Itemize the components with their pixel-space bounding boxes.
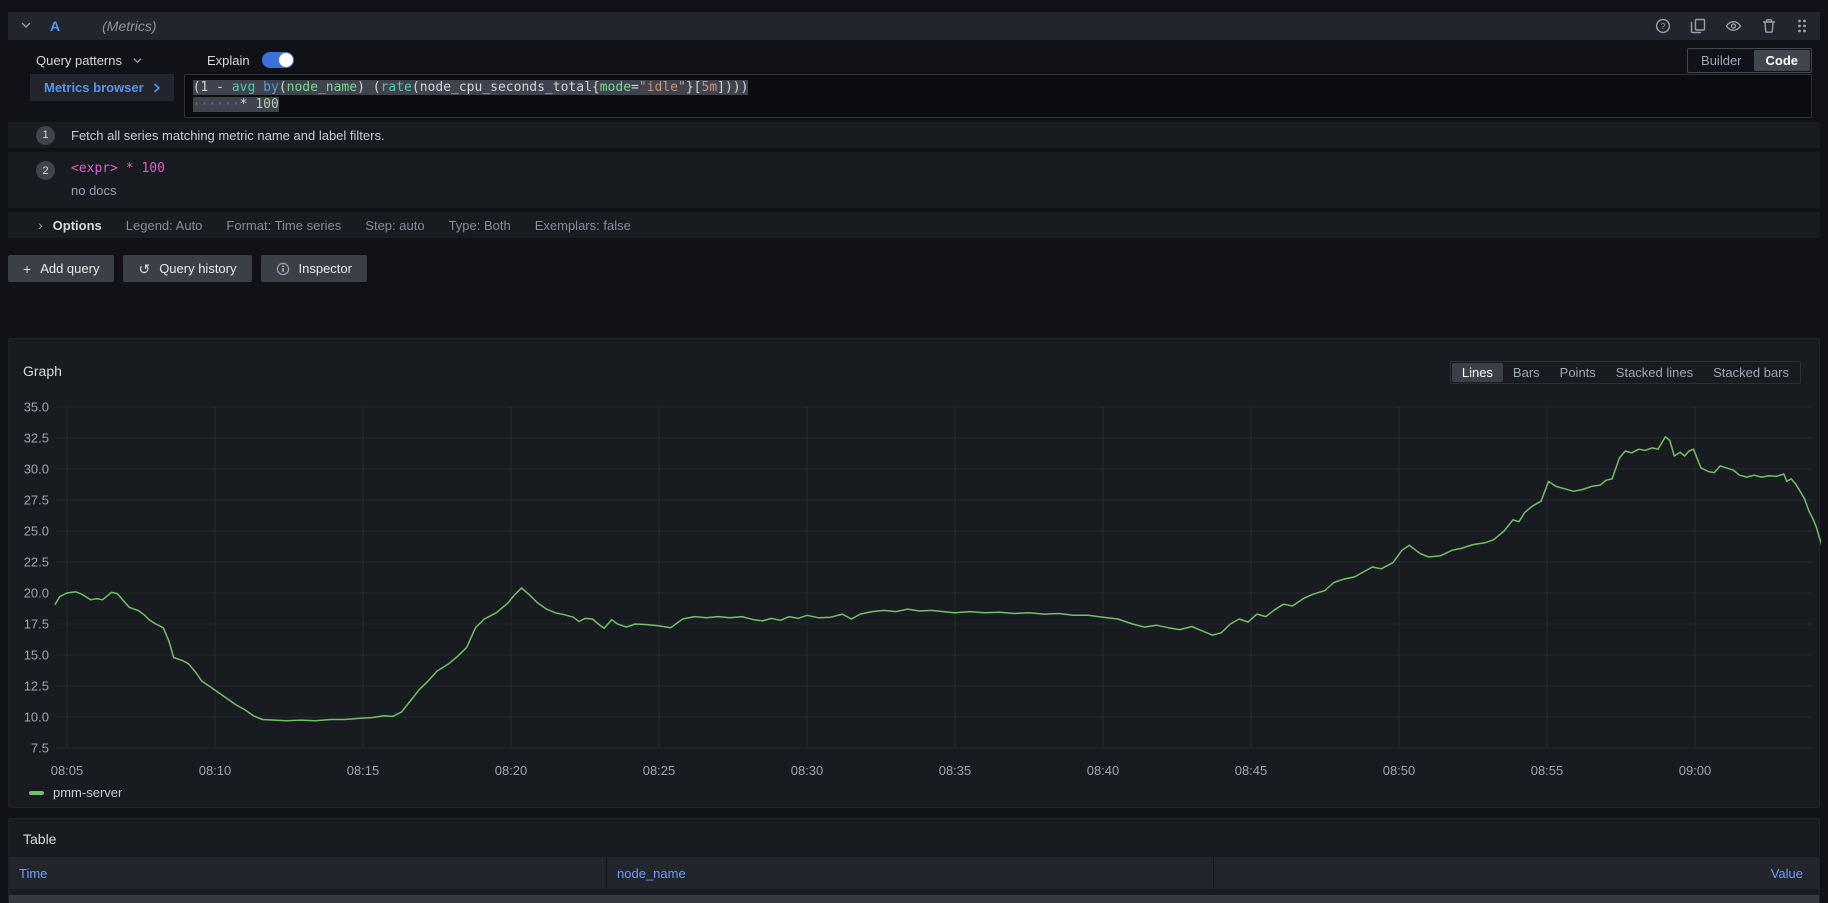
options-format: Format: Time series [226, 218, 341, 233]
code-mode-button[interactable]: Code [1754, 50, 1811, 71]
options-legend: Legend: Auto [126, 218, 203, 233]
inspector-button[interactable]: Inspector [261, 255, 367, 282]
svg-text:08:20: 08:20 [495, 763, 528, 778]
svg-text:08:05: 08:05 [51, 763, 84, 778]
metrics-browser-label: Metrics browser [44, 80, 144, 95]
options-type: Type: Both [449, 218, 511, 233]
svg-text:20.0: 20.0 [24, 586, 49, 601]
step-expression: <expr> * 100 [71, 161, 165, 176]
view-mode-points[interactable]: Points [1550, 363, 1606, 382]
svg-text:08:35: 08:35 [939, 763, 972, 778]
query-patterns-label: Query patterns [36, 53, 122, 68]
step-description: Fetch all series matching metric name an… [71, 128, 385, 143]
options-label[interactable]: Options [53, 218, 102, 233]
table-panel-title: Table [23, 831, 56, 847]
step-badge: 2 [36, 161, 55, 180]
editor-mode-switch: Builder Code [1687, 48, 1812, 73]
graph-canvas[interactable]: 7.5 10.0 12.5 15.0 17.5 20.0 22.5 25.0 27.5 30.0 3… [9, 339, 1821, 809]
help-icon[interactable]: ? [1655, 18, 1671, 34]
graph-panel: 7.5 10.0 12.5 15.0 17.5 20.0 22.5 25.0 27.5 30.0 3… [8, 338, 1820, 808]
svg-text:35.0: 35.0 [24, 400, 49, 415]
query-toolbar: Query patterns Explain Builder Code [8, 46, 1820, 74]
chevron-right-icon [152, 83, 162, 93]
svg-text:09:00: 09:00 [1679, 763, 1712, 778]
builder-mode-button[interactable]: Builder [1689, 50, 1753, 71]
explain-label: Explain [207, 53, 250, 68]
svg-text:10.0: 10.0 [24, 710, 49, 725]
table-panel: Table Time node_name Value [8, 818, 1820, 902]
inspector-label: Inspector [299, 261, 352, 276]
svg-text:17.5: 17.5 [24, 617, 49, 632]
svg-text:27.5: 27.5 [24, 493, 49, 508]
svg-text:08:15: 08:15 [347, 763, 380, 778]
step-badge: 1 [36, 126, 55, 145]
promql-code-input[interactable]: (1 - avg by(node_name) (rate(node_cpu_se… [184, 74, 1812, 118]
svg-text:08:50: 08:50 [1383, 763, 1416, 778]
add-query-button[interactable]: + Add query [8, 255, 114, 282]
metrics-browser-button[interactable]: Metrics browser [30, 74, 174, 101]
query-history-button[interactable]: ↺ Query history [123, 255, 251, 282]
plus-icon: + [23, 262, 31, 276]
legend-series-name: pmm-server [53, 785, 122, 800]
add-query-label: Add query [40, 261, 99, 276]
view-mode-stacked-bars[interactable]: Stacked bars [1703, 363, 1799, 382]
collapse-query-chevron-icon[interactable] [20, 19, 32, 34]
trash-icon[interactable] [1761, 18, 1777, 34]
svg-text:15.0: 15.0 [24, 648, 49, 663]
column-header-time[interactable]: Time [9, 857, 607, 889]
svg-text:7.5: 7.5 [31, 741, 49, 756]
copy-icon[interactable] [1690, 18, 1706, 34]
chevron-down-icon [132, 55, 143, 66]
svg-text:25.0: 25.0 [24, 524, 49, 539]
eye-icon[interactable] [1725, 18, 1742, 34]
svg-text:08:25: 08:25 [643, 763, 676, 778]
svg-text:08:10: 08:10 [199, 763, 232, 778]
drag-handle-icon[interactable] [1796, 18, 1808, 34]
query-editor-row: Metrics browser (1 - avg by(node_name) (… [30, 74, 1812, 118]
graph-view-mode-switch: Lines Bars Points Stacked lines Stacked … [1450, 361, 1801, 384]
query-ref-id[interactable]: A [50, 18, 60, 34]
svg-text:12.5: 12.5 [24, 679, 49, 694]
svg-text:08:45: 08:45 [1235, 763, 1268, 778]
info-icon [276, 262, 290, 276]
options-exemplars: Exemplars: false [535, 218, 631, 233]
graph-panel-title: Graph [23, 363, 62, 379]
chevron-right-icon[interactable]: › [38, 217, 43, 233]
query-actions: + Add query ↺ Query history Inspector [8, 255, 367, 282]
legend-swatch [29, 791, 44, 795]
svg-text:08:55: 08:55 [1531, 763, 1564, 778]
table-header-row: Time node_name Value [9, 857, 1819, 889]
svg-text:08:30: 08:30 [791, 763, 824, 778]
column-header-node-name[interactable]: node_name [607, 857, 1214, 889]
query-patterns-dropdown[interactable]: Query patterns [36, 53, 143, 68]
datasource-hint: (Metrics) [102, 18, 156, 34]
view-mode-stacked-lines[interactable]: Stacked lines [1606, 363, 1703, 382]
toggle-knob [279, 53, 293, 67]
options-row[interactable]: › Options Legend: Auto Format: Time seri… [8, 212, 1820, 238]
svg-text:08:40: 08:40 [1087, 763, 1120, 778]
view-mode-bars[interactable]: Bars [1503, 363, 1550, 382]
options-step: Step: auto [365, 218, 424, 233]
history-icon: ↺ [138, 262, 150, 276]
svg-text:30.0: 30.0 [24, 462, 49, 477]
column-header-value[interactable]: Value [1214, 857, 1819, 889]
svg-text:?: ? [1661, 21, 1666, 31]
explain-toggle[interactable] [262, 52, 294, 68]
svg-text:32.5: 32.5 [24, 431, 49, 446]
step-docs: no docs [71, 183, 165, 198]
view-mode-lines[interactable]: Lines [1452, 363, 1503, 382]
query-history-label: Query history [159, 261, 236, 276]
explain-step-1: 1 Fetch all series matching metric name … [8, 122, 1820, 148]
legend-item[interactable]: pmm-server [29, 785, 122, 800]
explain-step-2: 2 <expr> * 100 no docs [8, 152, 1820, 208]
svg-text:22.5: 22.5 [24, 555, 49, 570]
query-row-header[interactable]: A (Metrics) ? [8, 12, 1820, 40]
